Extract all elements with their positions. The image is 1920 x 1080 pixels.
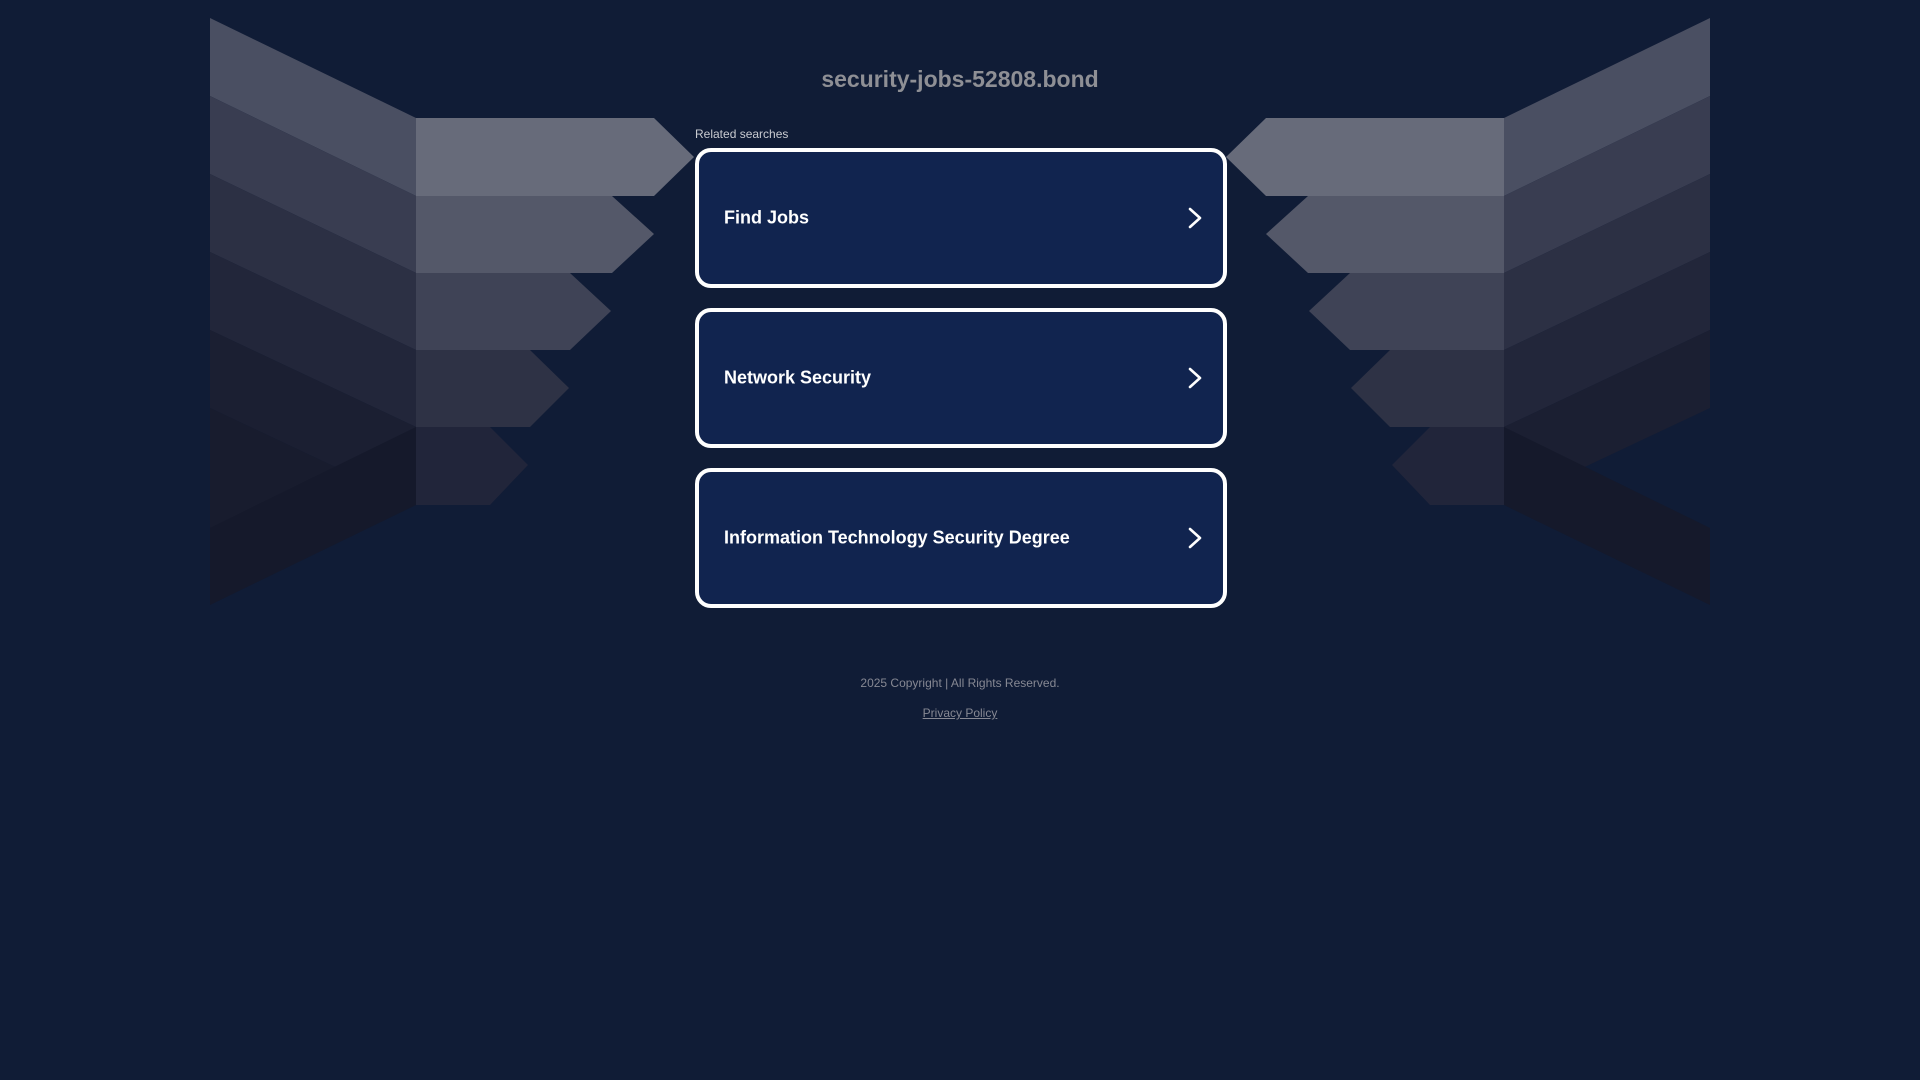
related-link-label: Find Jobs	[724, 207, 809, 228]
copyright-text: 2025 Copyright | All Rights Reserved.	[860, 676, 1060, 690]
chevron-right-icon	[1188, 207, 1202, 229]
left-wing-graphic	[210, 18, 694, 605]
related-link-label: Information Technology Security Degree	[724, 527, 1070, 548]
related-link-it-security-degree[interactable]: Information Technology Security Degree	[695, 468, 1227, 608]
footer-links: Privacy Policy	[0, 706, 1920, 720]
domain-title: security-jobs-52808.bond	[821, 66, 1099, 92]
chevron-right-icon	[1188, 367, 1202, 389]
related-link-label: Network Security	[724, 367, 872, 388]
right-wing-graphic	[1226, 18, 1710, 605]
privacy-policy-link[interactable]: Privacy Policy	[923, 706, 998, 720]
chevron-right-icon	[1188, 527, 1202, 549]
related-link-find-jobs[interactable]: Find Jobs	[695, 148, 1227, 288]
related-link-network-security[interactable]: Network Security	[695, 308, 1227, 448]
related-searches-label: Related searches	[695, 127, 789, 141]
